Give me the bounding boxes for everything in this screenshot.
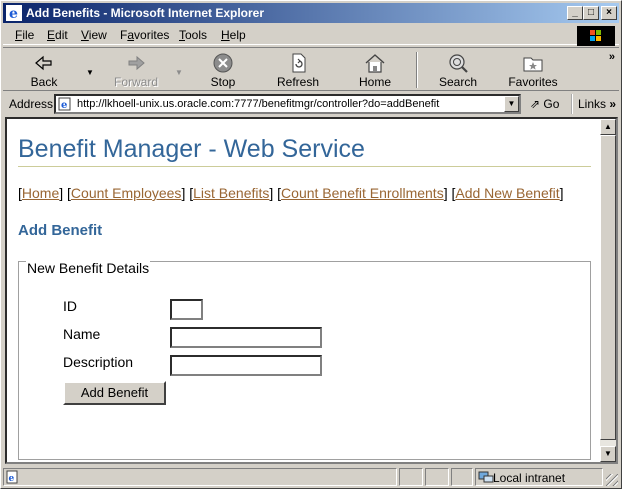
forward-button[interactable]: Forward xyxy=(111,52,161,90)
toolbar-more-chevron-icon[interactable]: » xyxy=(609,51,615,63)
page-done-icon: e xyxy=(6,470,18,484)
id-label: ID xyxy=(63,298,77,314)
windows-logo-icon xyxy=(577,26,615,46)
status-bar: e Local intranet xyxy=(3,467,619,487)
menu-favorites[interactable]: Favorites xyxy=(120,28,169,42)
page-viewport: Benefit Manager - Web Service [Home] [Co… xyxy=(5,117,618,464)
forward-arrow-icon xyxy=(128,55,145,71)
back-arrow-icon xyxy=(35,55,52,71)
search-icon xyxy=(449,54,468,73)
refresh-button[interactable]: Refresh xyxy=(275,52,321,90)
intranet-zone-icon xyxy=(478,471,494,483)
title-divider xyxy=(18,166,591,167)
address-label: Address xyxy=(9,97,54,111)
zone-label: Local intranet xyxy=(493,471,566,485)
vertical-scrollbar[interactable]: ▲ ▼ xyxy=(600,119,616,462)
refresh-label: Refresh xyxy=(276,75,320,89)
address-input[interactable]: e http://lkhoell-unix.us.oracle.com:7777… xyxy=(54,94,521,114)
status-pane-3 xyxy=(425,468,449,486)
standard-toolbar: Back ▼ Forward ▼ Stop Refresh Home Searc… xyxy=(3,47,619,91)
scroll-up-icon[interactable]: ▲ xyxy=(600,119,616,135)
fieldset-legend: New Benefit Details xyxy=(26,260,151,276)
nav-links: [Home] [Count Employees] [List Benefits]… xyxy=(18,185,564,201)
nav-link-home[interactable]: Home xyxy=(22,185,59,201)
ie-logo-icon: e xyxy=(6,5,22,21)
status-pane-4 xyxy=(451,468,473,486)
close-button[interactable]: × xyxy=(601,6,617,20)
home-label: Home xyxy=(358,75,391,89)
back-button[interactable]: Back xyxy=(23,52,65,90)
favorites-button[interactable]: Favorites xyxy=(507,52,559,90)
svg-text:e: e xyxy=(9,6,18,21)
description-label: Description xyxy=(63,354,134,370)
address-bar: Address e http://lkhoell-unix.us.oracle.… xyxy=(3,92,619,116)
status-pane-2 xyxy=(399,468,423,486)
status-main-pane: e xyxy=(3,468,397,486)
search-label: Search xyxy=(438,75,478,89)
nav-link-count-benefit-enrollments[interactable]: Count Benefit Enrollments xyxy=(281,185,444,201)
scroll-thumb[interactable] xyxy=(600,135,616,440)
add-benefit-button[interactable]: Add Benefit xyxy=(63,381,166,405)
menu-bar: File Edit View Favorites Tools Help xyxy=(3,25,619,46)
nav-link-add-new-benefit[interactable]: Add New Benefit xyxy=(455,185,559,201)
address-url: http://lkhoell-unix.us.oracle.com:7777/b… xyxy=(77,98,440,110)
search-button[interactable]: Search xyxy=(435,52,481,90)
browser-window: e Add Benefits - Microsoft Internet Expl… xyxy=(0,0,622,489)
refresh-icon xyxy=(292,53,306,73)
menu-help[interactable]: Help xyxy=(221,28,246,42)
menu-tools[interactable]: Tools xyxy=(179,28,207,42)
menu-file[interactable]: File xyxy=(15,28,34,42)
id-input[interactable] xyxy=(170,299,203,320)
nav-link-count-employees[interactable]: Count Employees xyxy=(71,185,182,201)
stop-button[interactable]: Stop xyxy=(203,52,243,90)
nav-link-list-benefits[interactable]: List Benefits xyxy=(193,185,269,201)
svg-text:e: e xyxy=(61,100,67,111)
go-button[interactable]: ⇗ Go xyxy=(530,97,559,111)
scroll-down-icon[interactable]: ▼ xyxy=(600,446,616,462)
minimize-button[interactable]: _ xyxy=(567,6,583,20)
stop-label: Stop xyxy=(210,75,236,89)
page-content: Benefit Manager - Web Service [Home] [Co… xyxy=(7,119,600,462)
go-arrow-icon: ⇗ xyxy=(530,97,541,111)
favorites-label: Favorites xyxy=(508,75,558,89)
forward-label: Forward xyxy=(113,75,158,89)
links-button[interactable]: Links » xyxy=(571,94,616,114)
svg-text:e: e xyxy=(9,474,15,484)
menu-view[interactable]: View xyxy=(81,28,107,42)
favorites-folder-icon xyxy=(523,57,543,72)
home-button[interactable]: Home xyxy=(355,52,395,90)
menu-edit[interactable]: Edit xyxy=(47,28,68,42)
maximize-button[interactable]: □ xyxy=(583,6,599,20)
section-title: Add Benefit xyxy=(18,222,103,239)
title-bar: e Add Benefits - Microsoft Internet Expl… xyxy=(3,3,619,23)
page-icon: e xyxy=(58,97,71,111)
name-label: Name xyxy=(63,326,101,342)
forward-dropdown-icon[interactable]: ▼ xyxy=(175,68,183,77)
home-icon xyxy=(365,54,385,73)
stop-icon xyxy=(213,53,233,73)
back-dropdown-icon[interactable]: ▼ xyxy=(86,68,94,77)
toolbar-separator xyxy=(416,52,418,88)
address-dropdown-icon[interactable]: ▼ xyxy=(504,96,519,112)
resize-grip-icon[interactable] xyxy=(606,474,618,486)
description-input[interactable] xyxy=(170,355,322,376)
page-title: Benefit Manager - Web Service xyxy=(18,135,365,163)
name-input[interactable] xyxy=(170,327,322,348)
window-title: Add Benefits - Microsoft Internet Explor… xyxy=(26,6,265,20)
back-label: Back xyxy=(30,75,58,89)
